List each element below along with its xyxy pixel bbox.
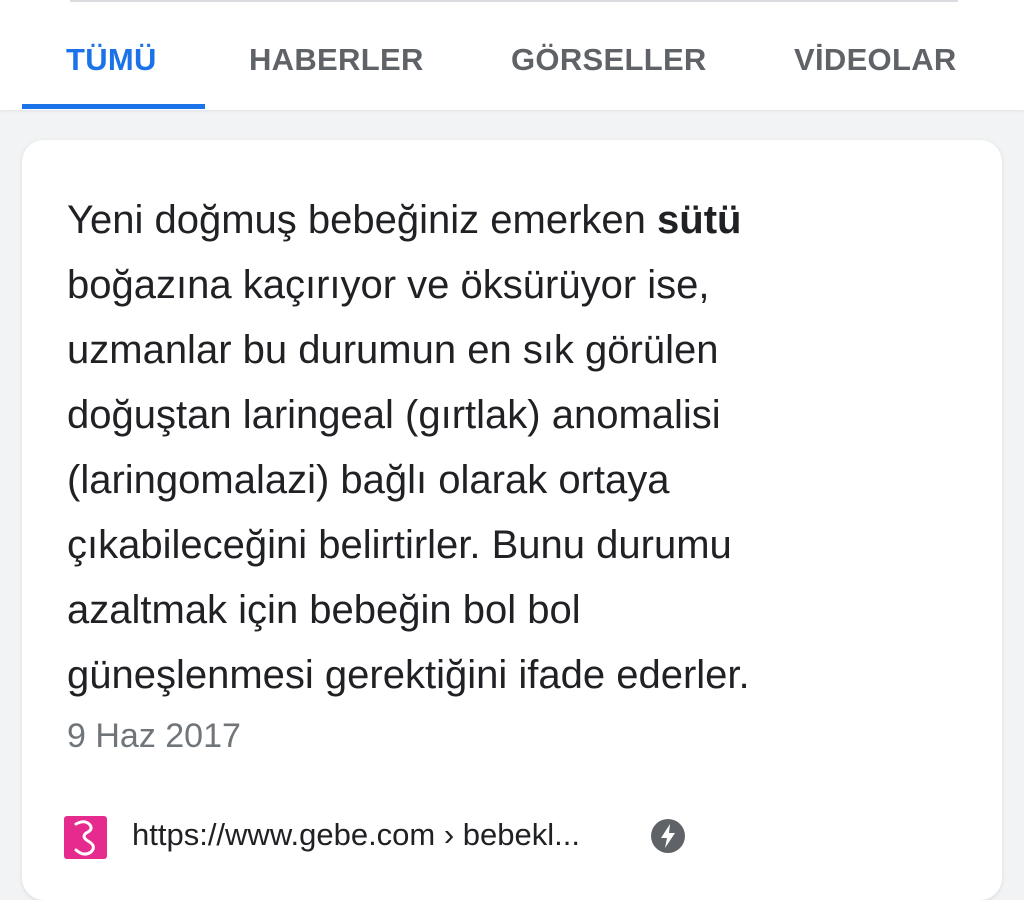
amp-bolt-icon: [650, 818, 686, 854]
tab-all[interactable]: TÜMÜ: [66, 42, 157, 78]
tab-images[interactable]: GÖRSELLER: [511, 42, 707, 78]
snippet-line: azaltmak için bebeğin bol bol: [67, 588, 581, 632]
snippet-highlight: sütü: [657, 198, 742, 242]
tab-videos[interactable]: VİDEOLAR: [794, 42, 957, 78]
snippet-line: boğazına kaçırıyor ve öksürüyor ise,: [67, 263, 710, 307]
snippet-text[interactable]: Yeni doğmuş bebeğiniz emerken sütü boğaz…: [67, 188, 947, 708]
snippet-line: uzmanlar bu durumun en sık görülen: [67, 328, 719, 372]
top-divider: [70, 0, 958, 2]
tab-news[interactable]: HABERLER: [249, 42, 424, 78]
snippet-line: çıkabileceğini belirtirler. Bunu durumu: [67, 523, 732, 567]
active-tab-indicator: [22, 104, 205, 109]
source-url[interactable]: https://www.gebe.com › bebekl...: [132, 817, 580, 853]
snippet-line: doğuştan laringeal (gırtlak) anomalisi: [67, 393, 721, 437]
snippet-date: 9 Haz 2017: [67, 717, 241, 755]
snippet-line: Yeni doğmuş bebeğiniz emerken sütü: [67, 198, 742, 242]
featured-snippet-card: Yeni doğmuş bebeğiniz emerken sütü boğaz…: [22, 140, 1002, 900]
gebe-logo-icon: [64, 816, 107, 859]
tab-bar: TÜMÜ HABERLER GÖRSELLER VİDEOLAR: [0, 0, 1024, 110]
source-link[interactable]: https://www.gebe.com › bebekl...: [64, 813, 704, 859]
snippet-line: (laringomalazi) bağlı olarak ortaya: [67, 458, 670, 502]
snippet-line: güneşlenmesi gerektiğini ifade ederler.: [67, 653, 750, 697]
